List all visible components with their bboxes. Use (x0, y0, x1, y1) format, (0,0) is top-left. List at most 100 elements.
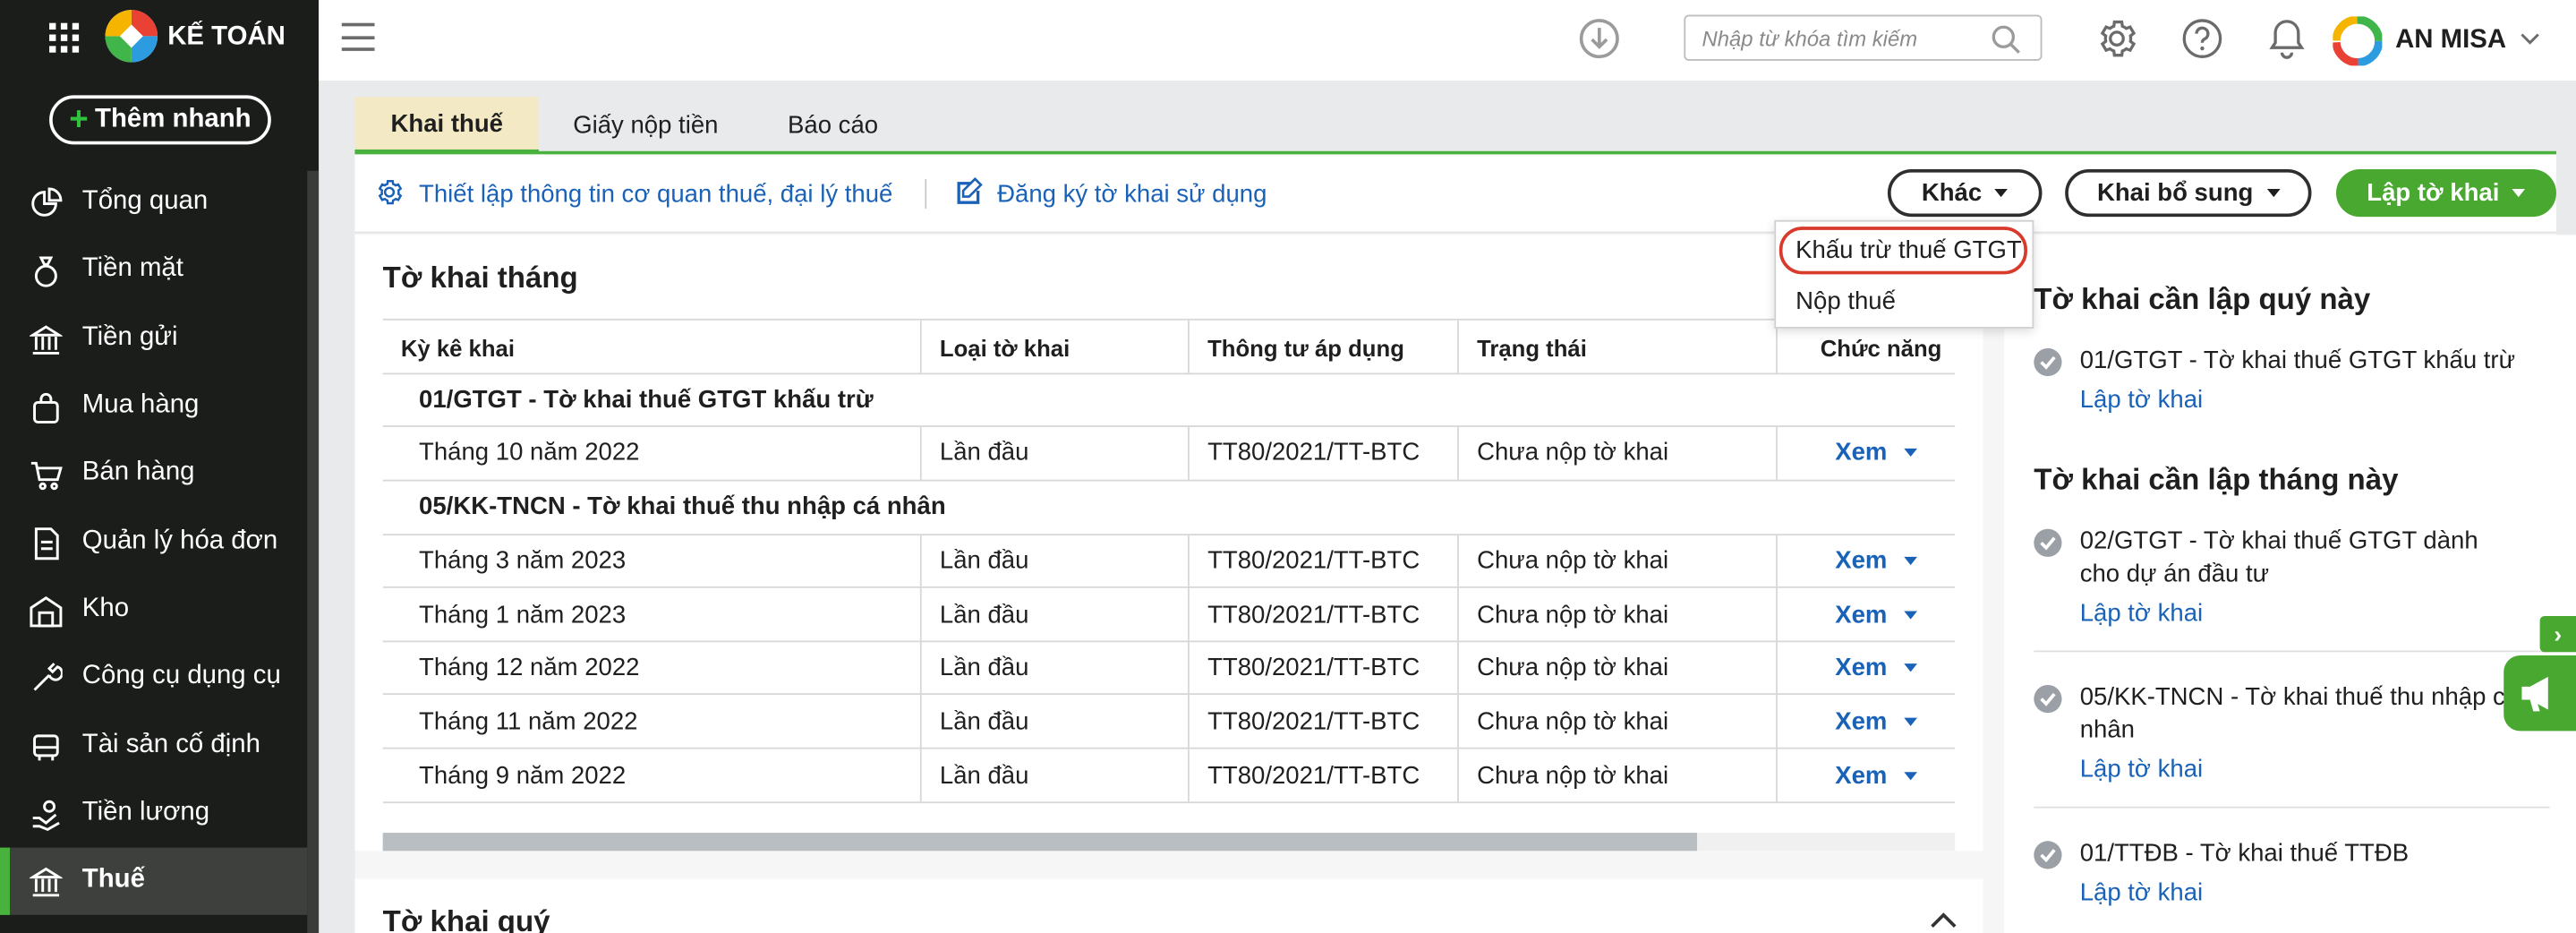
tab-giay-nop-tien[interactable]: Giấy nộp tiền (549, 97, 743, 152)
cell-status: Chưa nộp tờ khai (1477, 707, 1669, 736)
tools-icon (33, 663, 63, 691)
create-form-link[interactable]: Lập tờ khai (2080, 600, 2203, 628)
row-border (382, 640, 1956, 643)
cell-type: Lần đầu (939, 601, 1029, 629)
search-input[interactable] (1685, 16, 1982, 60)
create-form-button[interactable]: Lập tờ khai (2336, 168, 2556, 218)
sidebar-item-salary[interactable]: Tiền lương (0, 780, 307, 847)
table-horizontal-scrollbar[interactable] (382, 833, 1956, 852)
todo-item: 02/GTGT - Tờ khai thuế GTGT dành cho dự … (2079, 526, 2478, 588)
edit-form-icon[interactable] (953, 177, 983, 207)
create-form-link[interactable]: Lập tờ khai (2080, 878, 2203, 906)
feedback-tab[interactable] (2503, 655, 2576, 732)
search-box[interactable] (1684, 14, 2043, 61)
menu-item-pay-tax[interactable]: Nộp thuế (1796, 287, 1896, 315)
tab-bao-cao[interactable]: Báo cáo (765, 97, 900, 152)
row-border (382, 586, 1956, 588)
view-button[interactable]: Xem (1835, 601, 1917, 629)
sidebar-item-deposit[interactable]: Tiền gửi (0, 305, 307, 372)
money-bag-icon (34, 256, 57, 287)
sidebar-item-label: Tiền mặt (81, 254, 183, 283)
avatar[interactable] (2333, 16, 2383, 66)
bell-icon[interactable] (2267, 16, 2307, 61)
tab-khai-thue[interactable]: Khai thuế (354, 97, 540, 153)
view-label: Xem (1835, 654, 1888, 682)
sidebar-item-tools[interactable]: Công cụ dụng cụ (0, 644, 307, 711)
view-label: Xem (1835, 762, 1888, 791)
sidebar-item-sales[interactable]: Bán hàng (0, 441, 307, 508)
chevron-up-icon[interactable] (1931, 912, 1957, 928)
sidebar-item-purchase[interactable]: Mua hàng (0, 372, 307, 440)
caret-down-icon[interactable] (1903, 772, 1917, 781)
sidebar-item-label: Tiền lương (81, 798, 210, 826)
sidebar-item-label: Mua hàng (81, 390, 200, 419)
quarterly-forms-card (354, 878, 1983, 933)
chevron-right-icon[interactable]: › (2539, 615, 2576, 653)
cell-circular: TT80/2021/TT-BTC (1207, 654, 1420, 682)
group-row-gtgt: 01/GTGT - Tờ khai thuế GTGT khấu trừ (419, 386, 874, 415)
create-form-link[interactable]: Lập tờ khai (2080, 386, 2203, 414)
sidebar-item-label: Tài sản cố định (81, 731, 260, 759)
register-form-link[interactable]: Đăng ký tờ khai sử dụng (997, 181, 1267, 209)
tax-bank-icon (30, 867, 63, 897)
view-button[interactable]: Xem (1835, 654, 1917, 682)
download-icon[interactable] (1579, 18, 1620, 59)
cart-icon (30, 461, 63, 491)
supplement-button[interactable]: Khai bổ sung (2065, 168, 2312, 218)
col-divider (1776, 426, 1778, 480)
caret-down-icon[interactable] (1903, 556, 1917, 566)
quick-add-button[interactable]: + Thêm nhanh (49, 95, 271, 145)
cell-period: Tháng 1 năm 2023 (419, 601, 627, 629)
cell-type: Lần đầu (939, 707, 1029, 736)
col-divider (1188, 426, 1190, 480)
other-button[interactable]: Khác (1887, 168, 2043, 218)
cell-status: Chưa nộp tờ khai (1477, 762, 1669, 791)
caret-down-icon[interactable] (1903, 717, 1917, 726)
setup-tax-info-link[interactable]: Thiết lập thông tin cơ quan thuế, đại lý… (419, 181, 892, 209)
view-button[interactable]: Xem (1835, 439, 1917, 466)
caret-down-icon[interactable] (1903, 448, 1917, 457)
sidebar-item-label: Tiền gửi (81, 323, 178, 352)
toolbar-divider (925, 178, 927, 209)
caret-down-icon (2512, 188, 2526, 198)
sidebar-item-warehouse[interactable]: Kho (0, 577, 307, 644)
view-button[interactable]: Xem (1835, 708, 1917, 736)
caret-down-icon[interactable] (1903, 611, 1917, 620)
gear-icon[interactable] (2094, 16, 2139, 61)
quarter-todo-title: Tờ khai cần lập quý này (2034, 282, 2371, 316)
app-grid-icon[interactable] (49, 22, 80, 53)
sidebar-item-overview[interactable]: Tổng quan (0, 169, 307, 236)
col-divider (1188, 535, 1190, 802)
sidebar-item-label: Tổng quan (81, 187, 209, 216)
sidebar-item-cash[interactable]: Tiền mặt (0, 236, 307, 304)
sidebar-item-tax[interactable]: Thuế (0, 847, 308, 915)
check-circle-icon (2034, 841, 2062, 869)
menu-icon[interactable] (341, 22, 375, 51)
sidebar-item-invoice[interactable]: Quản lý hóa đơn (0, 509, 307, 577)
cell-period: Tháng 3 năm 2023 (419, 546, 627, 576)
view-button[interactable]: Xem (1835, 762, 1917, 791)
todo-item: 01/TTĐB - Tờ khai thuế TTĐB (2079, 839, 2410, 868)
chevron-down-icon[interactable] (2521, 33, 2540, 47)
invoice-icon (34, 527, 59, 561)
sidebar-item-fixed-assets[interactable]: Tài sản cố định (0, 713, 307, 780)
caret-down-icon[interactable] (1903, 663, 1917, 672)
cell-circular: TT80/2021/TT-BTC (1207, 601, 1420, 629)
help-icon[interactable] (2181, 18, 2222, 59)
other-button-label: Khác (1921, 178, 1983, 208)
create-form-link[interactable]: Lập tờ khai (2080, 756, 2203, 783)
sidebar-scrollbar[interactable] (307, 170, 320, 933)
scrollbar-thumb[interactable] (382, 833, 1698, 852)
user-name[interactable]: AN MISA (2395, 26, 2506, 56)
cell-period: Tháng 12 năm 2022 (419, 654, 640, 682)
cell-status: Chưa nộp tờ khai (1477, 654, 1669, 682)
settings-icon[interactable] (374, 177, 404, 207)
search-icon[interactable] (1992, 25, 2021, 55)
cell-period: Tháng 10 năm 2022 (419, 438, 640, 467)
create-form-button-label: Lập tờ khai (2367, 178, 2500, 208)
caret-down-icon (1994, 188, 2009, 198)
todo-item: 01/GTGT - Tờ khai thuế GTGT khấu trừ (2079, 347, 2516, 375)
view-button[interactable]: Xem (1835, 547, 1917, 575)
table-header-top-border (382, 318, 1956, 321)
cell-status: Chưa nộp tờ khai (1477, 601, 1669, 629)
